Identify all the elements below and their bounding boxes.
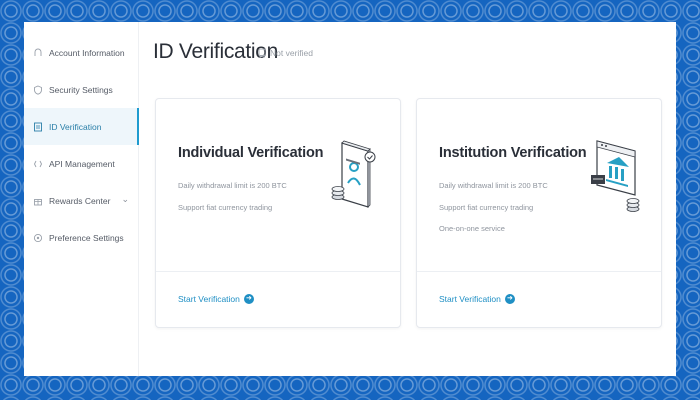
- sidebar-item-label: ID Verification: [49, 121, 102, 132]
- institution-building-icon: [589, 137, 641, 217]
- card-feature: Support fiat currency trading: [439, 203, 534, 212]
- individual-verification-card: Individual Verification Daily withdrawal…: [155, 98, 401, 328]
- start-verification-button[interactable]: Start Verification ➜: [178, 294, 254, 304]
- sidebar-item-label: Security Settings: [49, 84, 113, 95]
- status-text: Not verified: [270, 48, 313, 58]
- card-title: Institution Verification: [439, 145, 587, 161]
- action-label: Start Verification: [439, 294, 501, 304]
- arrow-right-icon: ➜: [243, 294, 254, 304]
- api-icon: [32, 158, 44, 170]
- sidebar-item-label: Preference Settings: [49, 232, 124, 243]
- card-divider: [417, 271, 661, 272]
- shield-icon: [32, 84, 44, 96]
- sidebar-item-label: Account Information: [49, 47, 125, 58]
- gift-icon: [32, 195, 44, 207]
- app-window: Account Information Security Settings ID…: [24, 22, 676, 376]
- card-feature: Daily withdrawal limit is 200 BTC: [439, 181, 548, 190]
- user-document-icon: [328, 137, 380, 217]
- sidebar-item-id-verification[interactable]: ID Verification: [24, 108, 139, 145]
- preference-icon: [32, 232, 44, 244]
- verification-status: Not verified: [257, 48, 313, 58]
- action-label: Start Verification: [178, 294, 240, 304]
- arrow-right-icon: ➜: [504, 294, 515, 304]
- card-title: Individual Verification: [178, 145, 324, 161]
- start-verification-button[interactable]: Start Verification ➜: [439, 294, 515, 304]
- id-document-icon: [32, 121, 44, 133]
- sidebar-item-security-settings[interactable]: Security Settings: [24, 71, 139, 108]
- sidebar-item-api-management[interactable]: API Management: [24, 145, 139, 182]
- card-feature: Support fiat currency trading: [178, 203, 273, 212]
- sidebar-item-account-information[interactable]: Account Information: [24, 34, 139, 71]
- id-card-icon: [32, 47, 44, 59]
- sidebar-item-rewards-center[interactable]: Rewards Center ⌄: [24, 182, 139, 219]
- unverified-badge-icon: [257, 48, 267, 58]
- chevron-down-icon[interactable]: ⌄: [121, 194, 129, 205]
- card-feature: Daily withdrawal limit is 200 BTC: [178, 181, 287, 190]
- card-divider: [156, 271, 400, 272]
- sidebar-item-label: API Management: [49, 158, 115, 169]
- sidebar-item-label: Rewards Center: [49, 195, 111, 206]
- sidebar-item-preference-settings[interactable]: Preference Settings: [24, 219, 139, 256]
- card-feature: One-on-one service: [439, 224, 505, 233]
- sidebar: Account Information Security Settings ID…: [24, 22, 139, 376]
- main-content: ID Verification Not verified Individual …: [139, 22, 676, 376]
- institution-verification-card: Institution Verification Daily withdrawa…: [416, 98, 662, 328]
